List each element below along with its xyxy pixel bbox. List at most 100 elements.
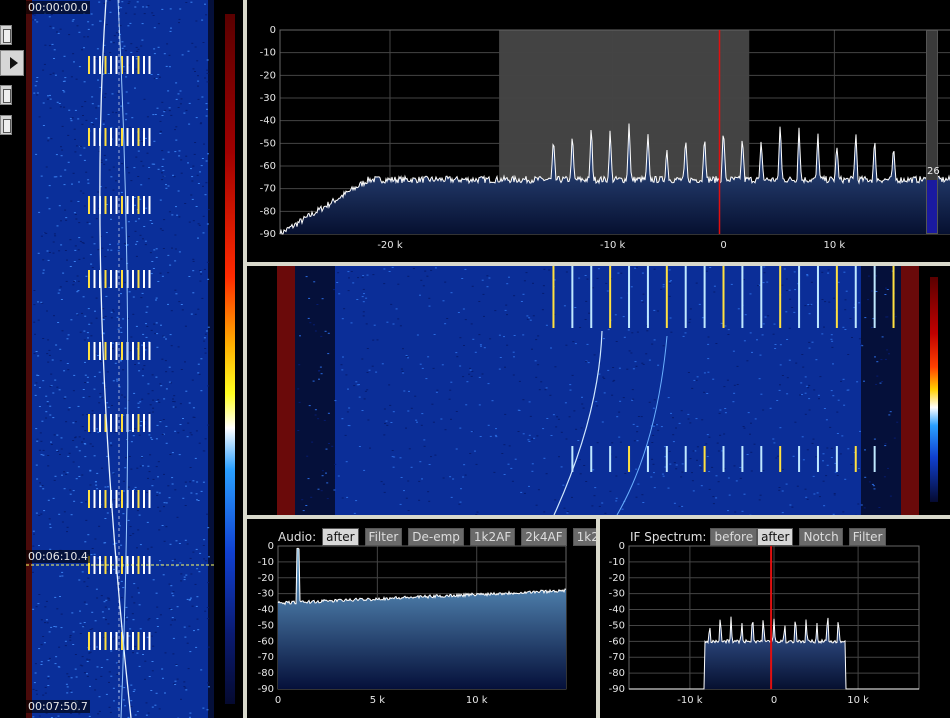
noise-speck: [579, 473, 582, 475]
noise-speck: [194, 71, 196, 72]
noise-speck: [85, 603, 88, 605]
noise-speck: [302, 510, 305, 512]
noise-speck: [832, 513, 835, 515]
if-before-button[interactable]: before: [710, 528, 758, 546]
noise-speck: [631, 332, 634, 334]
noise-speck: [626, 368, 629, 370]
noise-speck: [133, 602, 136, 604]
noise-speck: [194, 142, 197, 143]
noise-speck: [148, 471, 151, 473]
zoom-button-2[interactable]: [0, 85, 12, 105]
noise-speck: [38, 515, 41, 516]
noise-speck: [112, 189, 115, 191]
noise-speck: [392, 323, 395, 325]
if-filter-button[interactable]: Filter: [848, 528, 887, 546]
if-after-button[interactable]: after: [757, 528, 794, 546]
noise-speck: [66, 259, 68, 261]
noise-speck: [318, 370, 321, 371]
zoom-button-3[interactable]: [0, 115, 12, 135]
noise-speck: [758, 499, 761, 501]
tone-burst: [110, 632, 112, 650]
noise-speck: [79, 240, 82, 242]
noise-speck: [321, 298, 324, 300]
noise-speck: [171, 619, 174, 621]
noise-speck: [37, 355, 40, 357]
noise-speck: [874, 356, 876, 358]
tone-burst: [121, 490, 123, 508]
noise-speck: [161, 275, 164, 277]
if-notch-button[interactable]: Notch: [799, 528, 843, 546]
audio-y-tick: -70: [258, 652, 274, 663]
noise-speck: [662, 475, 665, 477]
noise-speck: [192, 68, 195, 70]
noise-speck: [653, 487, 656, 489]
tone-burst: [132, 196, 134, 214]
noise-speck: [207, 527, 210, 529]
noise-speck: [120, 293, 122, 295]
noise-speck: [125, 457, 127, 459]
noise-speck: [308, 297, 311, 299]
audio-1k2af-button[interactable]: 1k2AF: [469, 528, 516, 546]
audio-1k2bp-button[interactable]: 1k2BP: [572, 528, 596, 546]
tone-burst-bottom: [873, 446, 876, 472]
noise-speck: [156, 333, 159, 335]
left-waterfall[interactable]: [26, 0, 214, 718]
noise-speck: [83, 622, 86, 623]
noise-speck: [636, 331, 639, 333]
main-spectrum-panel[interactable]: 0 -10 -20 -30 -40 -50 -60 -70 -80 -90 -20 k -10 k01…: [247, 0, 950, 262]
noise-speck: [652, 425, 655, 427]
noise-speck: [34, 394, 37, 396]
noise-speck: [681, 463, 684, 465]
noise-speck: [538, 389, 541, 391]
main-waterfall[interactable]: [247, 266, 950, 515]
noise-speck: [152, 411, 155, 413]
play-button[interactable]: [0, 50, 24, 76]
noise-speck: [89, 469, 92, 471]
noise-speck: [117, 707, 120, 709]
noise-speck: [518, 410, 521, 411]
noise-speck: [73, 261, 76, 262]
audio-y-tick: -90: [258, 684, 274, 695]
noise-speck: [63, 184, 66, 186]
noise-speck: [366, 372, 369, 373]
audio-filter-button[interactable]: Filter: [364, 528, 403, 546]
noise-speck: [36, 92, 39, 94]
squelch-bar[interactable]: [926, 30, 938, 234]
noise-speck: [64, 250, 67, 251]
zoom-button-1[interactable]: [0, 25, 12, 45]
noise-speck: [344, 434, 347, 436]
noise-speck: [501, 453, 504, 454]
noise-speck: [347, 290, 350, 292]
noise-speck: [660, 288, 663, 290]
noise-speck: [356, 299, 359, 300]
noise-speck: [630, 286, 633, 288]
tone-burst: [137, 128, 140, 146]
noise-speck: [206, 59, 209, 61]
noise-speck: [323, 419, 326, 421]
noise-speck: [886, 349, 889, 351]
noise-speck: [668, 269, 671, 271]
noise-speck: [40, 664, 43, 665]
noise-speck: [155, 248, 158, 250]
tone-burst-top: [646, 266, 649, 328]
noise-speck: [382, 483, 385, 485]
audio-deemp-button[interactable]: De-emp: [408, 528, 464, 546]
audio-panel[interactable]: 0 -10 -20 -30 -40 -50 -60 -70 -80 -90 0 5 k 10 k: [247, 519, 596, 718]
noise-speck: [46, 403, 49, 405]
noise-speck: [69, 635, 72, 636]
noise-speck: [407, 357, 409, 359]
noise-speck: [86, 332, 89, 334]
noise-speck: [884, 445, 887, 447]
if-y-tick: -20: [609, 573, 625, 584]
noise-speck: [74, 437, 77, 439]
noise-speck: [194, 46, 197, 48]
audio-after-button[interactable]: after: [322, 528, 359, 546]
noise-speck: [72, 490, 75, 492]
noise-speck: [603, 392, 606, 394]
if-spectrum-panel[interactable]: 0 -10 -20 -30 -40 -50 -60 -70 -80 -90 -10 k 0 10 k: [600, 519, 950, 718]
noise-speck: [160, 324, 162, 326]
noise-speck: [432, 421, 435, 423]
audio-2k4af-button[interactable]: 2k4AF: [521, 528, 567, 546]
noise-speck: [402, 372, 405, 374]
noise-speck: [316, 304, 319, 305]
